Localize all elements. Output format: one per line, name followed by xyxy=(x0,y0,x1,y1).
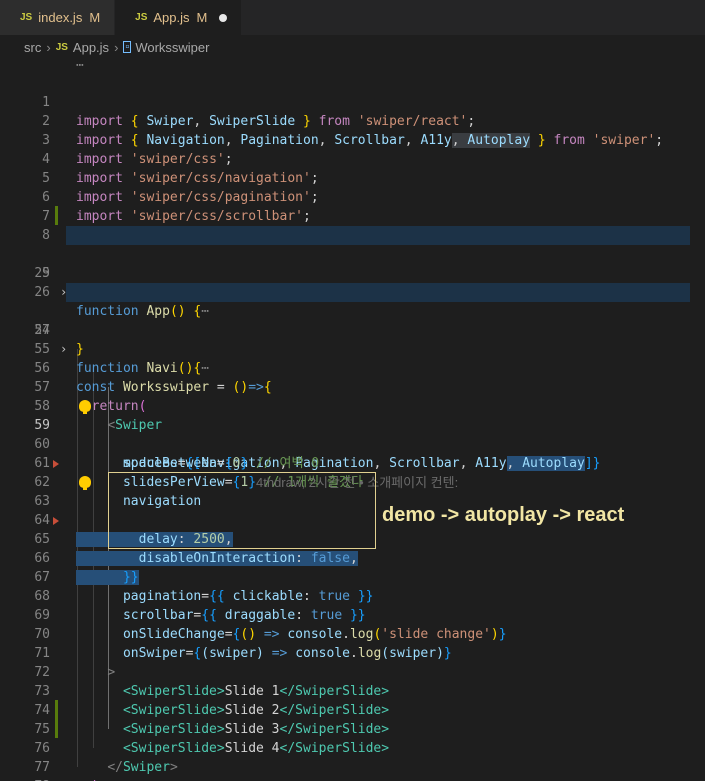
code-line[interactable]: 76 </Swiper> xyxy=(0,720,705,775)
code-line[interactable]: 56 const Worksswiper = ()=>{ xyxy=(0,340,705,395)
code-line[interactable]: 72 <SwiperSlide>Slide 1</SwiperSlide> xyxy=(0,644,705,699)
chevron-right-icon: › xyxy=(114,39,119,55)
code-line[interactable]: 60 spaceBetween={0} // 여백 0 xyxy=(0,416,705,471)
code-line[interactable]: 62 navigation xyxy=(0,454,705,509)
code-line[interactable]: 26 xyxy=(0,264,705,300)
code-line[interactable]: 25 } xyxy=(0,245,705,300)
folded-region-highlight xyxy=(66,226,705,245)
modified-badge: M xyxy=(89,10,101,25)
code-line[interactable]: 70 onSwiper={(swiper) => console.log(swi… xyxy=(0,606,705,661)
breadcrumb-folder[interactable]: src xyxy=(24,40,41,55)
code-line[interactable]: 68 scrollbar={{ draggable: true }} xyxy=(0,568,705,623)
code-line[interactable]: 67 pagination={{ clickable: true }} xyxy=(0,549,705,604)
modified-badge: M xyxy=(196,10,208,25)
chevron-right-icon: › xyxy=(46,39,51,55)
lightbulb-icon[interactable] xyxy=(79,476,91,490)
code-line[interactable]: 59 modules={[Navigation, Pagination, Scr… xyxy=(0,397,705,471)
tab-label: index.js xyxy=(38,10,83,25)
sticky-scroll-ellipsis: ⋯ xyxy=(76,59,84,73)
code-line-folded[interactable]: 9 › function App() {⋯ xyxy=(0,226,705,319)
code-line[interactable]: 78 } xyxy=(0,758,705,781)
code-line[interactable]: 8 xyxy=(0,207,705,243)
code-line-folded[interactable]: 27 › function Navi(){⋯ xyxy=(0,283,705,376)
tab-index-js[interactable]: JS index.js M xyxy=(0,0,116,35)
folded-region-highlight xyxy=(66,283,705,302)
code-line[interactable]: 6 import 'swiper/css/scrollbar'; xyxy=(0,169,705,224)
code-line[interactable]: 77 ) xyxy=(0,739,705,781)
tab-label: App.js xyxy=(153,10,190,25)
code-line[interactable]: 71 > xyxy=(0,625,705,680)
breadcrumb-file[interactable]: App.js xyxy=(73,40,109,55)
symbol-variable-icon: ▫ xyxy=(123,41,132,53)
code-editor[interactable]: ⋯ 1 import { Swiper, SwiperSlide } from … xyxy=(0,59,705,781)
javascript-file-icon: JS xyxy=(135,12,148,23)
lightbulb-icon[interactable] xyxy=(79,400,91,414)
tab-app-js[interactable]: JS App.js M xyxy=(115,0,243,35)
code-line[interactable]: 57 return( xyxy=(0,359,705,414)
code-line[interactable]: 3 import 'swiper/css'; xyxy=(0,112,705,167)
code-line[interactable]: 7 xyxy=(0,188,705,224)
annotation-callout: demo -> autoplay -> react xyxy=(382,504,625,526)
code-line[interactable]: 5 import 'swiper/css/pagination'; xyxy=(0,150,705,205)
code-line[interactable]: 75 <SwiperSlide>Slide 4</SwiperSlide> xyxy=(0,701,705,756)
breadcrumb-symbol[interactable]: Worksswiper xyxy=(135,40,209,55)
javascript-file-icon: JS xyxy=(55,41,68,53)
code-line[interactable]: 74 <SwiperSlide>Slide 3</SwiperSlide> xyxy=(0,682,705,737)
editor-tab-bar: JS index.js M JS App.js M xyxy=(0,0,705,35)
editor-scrollbar[interactable] xyxy=(690,59,705,781)
code-line[interactable]: 55 xyxy=(0,321,705,357)
javascript-file-icon: JS xyxy=(20,12,33,23)
code-line[interactable]: 61 slidesPerView={1} // 1개씩 출겠다 xyxy=(0,435,705,490)
code-line[interactable]: 1 import { Swiper, SwiperSlide } from 's… xyxy=(0,74,705,129)
code-line[interactable]: 2 import { Navigation, Pagination, Scrol… xyxy=(0,93,705,148)
code-line[interactable]: 58 <Swiper xyxy=(0,378,705,433)
line-number: 78 xyxy=(0,777,50,781)
code-line[interactable]: 4 import 'swiper/css/navigation'; xyxy=(0,131,705,186)
code-line[interactable]: 54 } xyxy=(0,302,705,357)
unsaved-dot-icon[interactable] xyxy=(219,13,228,22)
annotation-highlight-box xyxy=(108,472,376,549)
breadcrumb: src › JS App.js › ▫ Worksswiper xyxy=(0,35,705,59)
code-line[interactable]: 69 onSlideChange={() => console.log('sli… xyxy=(0,587,705,642)
code-line[interactable]: 73 <SwiperSlide>Slide 2</SwiperSlide> xyxy=(0,663,705,718)
